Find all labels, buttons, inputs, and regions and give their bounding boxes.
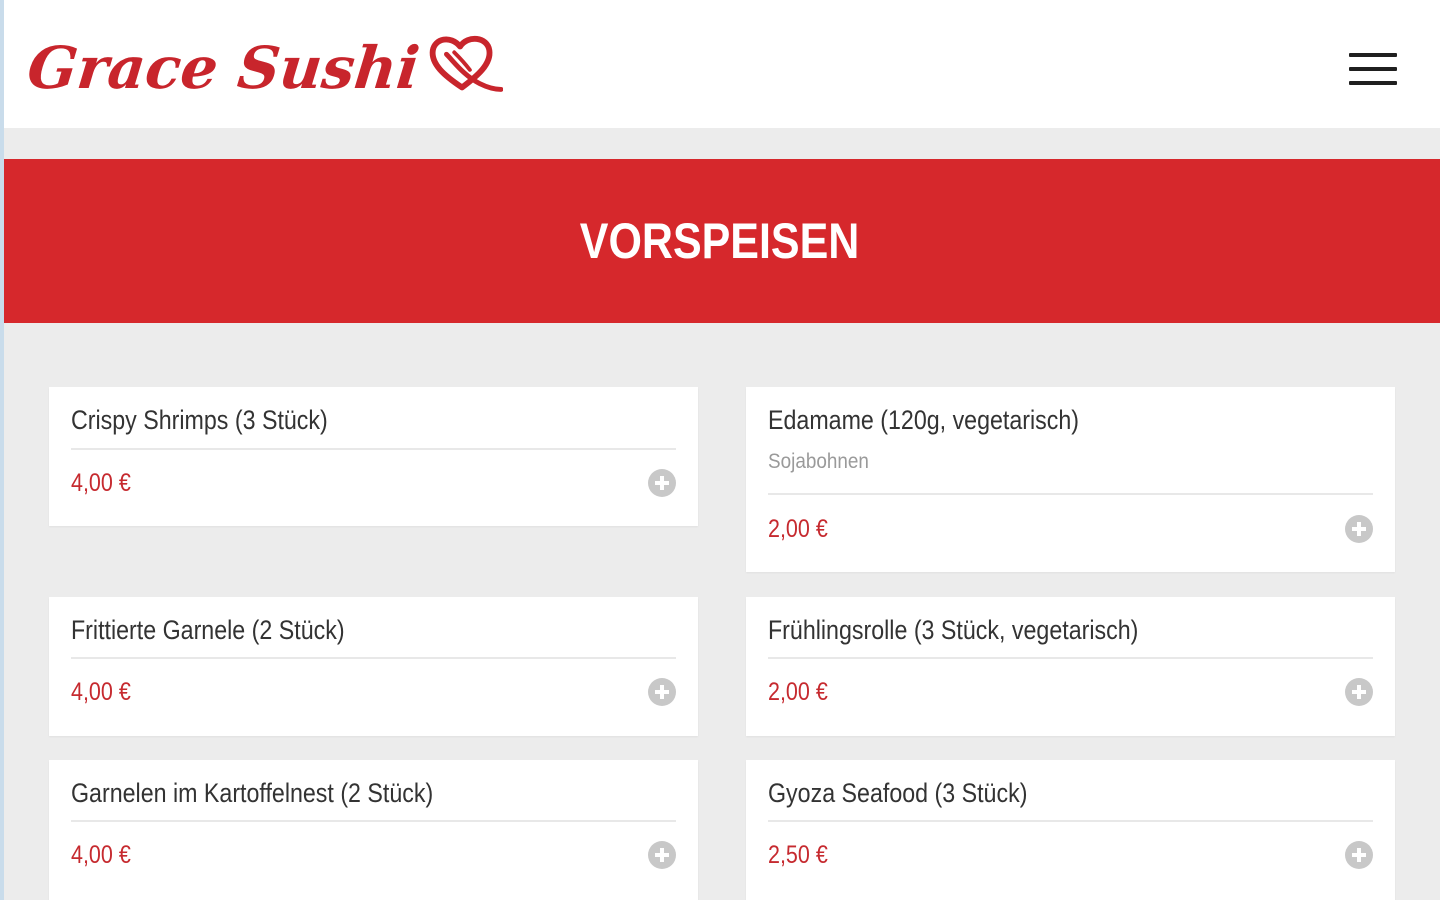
category-banner: VORSPEISEN (0, 159, 1440, 323)
divider (71, 657, 676, 659)
menu-bar (1349, 53, 1397, 57)
add-to-cart-icon[interactable] (648, 678, 676, 706)
menu-item-name: Crispy Shrimps (3 Stück) (71, 405, 328, 435)
add-to-cart-icon[interactable] (648, 841, 676, 869)
menu-item-card: Edamame (120g, vegetarisch) Sojabohnen 2… (746, 387, 1395, 572)
menu-item-card: Frühlingsrolle (3 Stück, vegetarisch) 2,… (746, 597, 1395, 736)
add-to-cart-icon[interactable] (1345, 678, 1373, 706)
menu-bar (1349, 67, 1397, 71)
divider (71, 448, 676, 450)
menu-item-price: 2,00 € (768, 678, 828, 706)
menu-item-card: Gyoza Seafood (3 Stück) 2,50 € (746, 760, 1395, 900)
menu-item-card: Frittierte Garnele (2 Stück) 4,00 € (49, 597, 698, 736)
divider (768, 657, 1373, 659)
add-to-cart-icon[interactable] (648, 469, 676, 497)
menu-item-name: Edamame (120g, vegetarisch) (768, 405, 1080, 435)
menu-bar (1349, 81, 1397, 85)
divider (768, 493, 1373, 495)
hamburger-menu-icon[interactable] (1346, 50, 1400, 88)
menu-item-card: Crispy Shrimps (3 Stück) 4,00 € (49, 387, 698, 526)
menu-item-price: 4,00 € (71, 678, 131, 706)
menu-item-price: 4,00 € (71, 469, 131, 497)
menu-item-price: 2,50 € (768, 841, 828, 869)
site-header: Grace Sushi (0, 0, 1440, 128)
add-to-cart-icon[interactable] (1345, 841, 1373, 869)
menu-item-price: 4,00 € (71, 841, 131, 869)
divider (768, 820, 1373, 822)
category-title: VORSPEISEN (580, 213, 860, 269)
menu-item-name: Garnelen im Kartoffelnest (2 Stück) (71, 778, 434, 808)
left-edge (0, 0, 4, 900)
add-to-cart-icon[interactable] (1345, 515, 1373, 543)
logo[interactable]: Grace Sushi (24, 24, 503, 104)
menu-item-price: 2,00 € (768, 515, 828, 543)
logo-text: Grace Sushi (24, 34, 423, 102)
menu-item-name: Frittierte Garnele (2 Stück) (71, 615, 345, 645)
menu-item-description: Sojabohnen (768, 450, 869, 473)
heart-logo-icon (429, 35, 503, 92)
menu-item-name: Gyoza Seafood (3 Stück) (768, 778, 1028, 808)
menu-item-name: Frühlingsrolle (3 Stück, vegetarisch) (768, 615, 1139, 645)
menu-item-card: Garnelen im Kartoffelnest (2 Stück) 4,00… (49, 760, 698, 900)
divider (71, 820, 676, 822)
